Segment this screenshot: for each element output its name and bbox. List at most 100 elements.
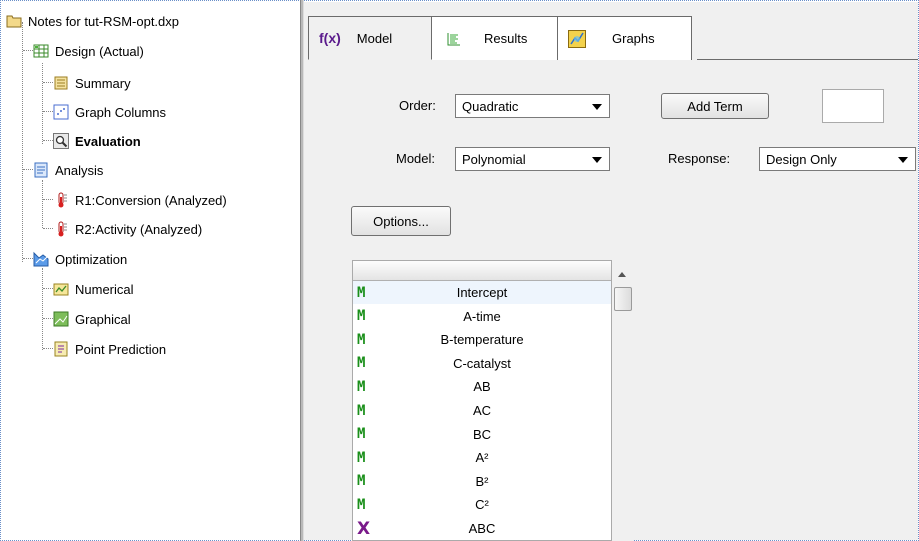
term-row[interactable]: M B² [353, 470, 611, 493]
term-row[interactable]: M B-temperature [353, 328, 611, 351]
term-row[interactable]: M C-catalyst [353, 352, 611, 375]
tree-connector [42, 268, 43, 350]
term-name: A-time [463, 308, 501, 324]
scroll-up-icon[interactable] [618, 272, 626, 277]
options-button[interactable]: Options... [351, 206, 451, 236]
order-value: Quadratic [462, 98, 519, 114]
tree-item-summary[interactable]: Summary [53, 73, 131, 93]
prediction-icon [53, 341, 69, 357]
graphs-icon [568, 29, 586, 48]
tree-connector [23, 258, 33, 259]
response-value: Design Only [766, 151, 837, 167]
scroll-thumb[interactable] [614, 287, 632, 311]
model-value: Polynomial [462, 151, 526, 167]
term-name: A² [475, 450, 489, 466]
tree-connector [22, 22, 23, 262]
chevron-down-icon [592, 157, 602, 163]
term-row[interactable]: M A-time [353, 305, 611, 328]
term-list[interactable]: M Intercept M A-time M B-temperature M C-cataly… [352, 260, 612, 541]
tab-graphs-label: Graphs [612, 31, 655, 46]
tree-item-label: Evaluation [75, 133, 141, 149]
fx-icon: f(x) [319, 30, 341, 46]
tree-item-label: R1:Conversion (Analyzed) [75, 192, 227, 208]
term-row[interactable]: M C² [353, 493, 611, 516]
order-label: Order: [399, 98, 436, 113]
tree-connector [42, 180, 43, 228]
chevron-down-icon [898, 157, 908, 163]
term-name: C² [475, 497, 489, 513]
tree-connector [43, 82, 53, 83]
tree-connector [23, 169, 33, 170]
tree-item-label: Summary [75, 75, 131, 91]
tab-results[interactable]: Results [432, 16, 558, 60]
chevron-down-icon [592, 104, 602, 110]
thermometer-icon [53, 192, 69, 208]
term-name: ABC [468, 521, 496, 536]
tab-baseline [697, 59, 918, 60]
term-row[interactable]: M Intercept [353, 281, 611, 304]
thermometer-icon [53, 221, 69, 237]
order-dropdown[interactable]: Quadratic [455, 94, 610, 118]
tab-model-label: Model [356, 30, 393, 46]
graphical-icon [53, 311, 69, 327]
model-panel: f(x) Model Results Graphs Order: Quadrat… [304, 2, 918, 541]
term-row[interactable]: M AC [353, 399, 611, 422]
analysis-icon [33, 162, 49, 178]
term-list-scrollbar[interactable] [612, 260, 634, 541]
term-name: Intercept [456, 285, 508, 300]
model-dropdown[interactable]: Polynomial [455, 147, 610, 171]
tree-item-evaluation[interactable]: Evaluation [53, 131, 141, 151]
tree-item-graph-columns[interactable]: Graph Columns [53, 102, 166, 122]
tree-connector [43, 111, 53, 112]
tab-strip: f(x) Model Results Graphs [308, 16, 692, 60]
tree-item-graphical[interactable]: Graphical [53, 309, 131, 329]
tree-item-r2-activity[interactable]: R2:Activity (Analyzed) [53, 219, 202, 239]
term-name: BC [472, 426, 492, 442]
results-icon [446, 31, 462, 47]
term-row[interactable]: M BC [353, 423, 611, 446]
tree-item-optimization[interactable]: Optimization [33, 249, 127, 269]
tree-connector [42, 63, 43, 144]
tree-item-analysis[interactable]: Analysis [33, 160, 103, 180]
term-input[interactable] [822, 89, 884, 123]
add-term-label: Add Term [687, 98, 743, 114]
tab-results-label: Results [484, 31, 528, 46]
tree-connector [43, 199, 53, 200]
term-name: AB [473, 379, 491, 395]
tree-item-label: Graph Columns [75, 104, 167, 120]
model-label: Model: [396, 151, 436, 166]
tab-model[interactable]: f(x) Model [308, 16, 432, 60]
tree-connector [43, 288, 53, 289]
navigation-tree: Notes for tut-RSM-opt.dxp Design (Actual… [3, 3, 299, 539]
add-term-button[interactable]: Add Term [661, 93, 769, 119]
tree-item-label: Analysis [55, 162, 104, 178]
tree-connector [43, 348, 53, 349]
scatter-icon [53, 104, 69, 120]
tree-connector [43, 140, 53, 141]
tree-connector [23, 50, 33, 51]
tree-item-label: Design (Actual) [55, 43, 144, 59]
tree-item-r1-conversion[interactable]: R1:Conversion (Analyzed) [53, 190, 227, 210]
term-row[interactable]: M A² [353, 446, 611, 469]
tab-graphs[interactable]: Graphs [558, 16, 692, 60]
term-row[interactable]: X ABC [353, 517, 611, 540]
numerical-icon [53, 281, 69, 297]
options-label: Options... [373, 213, 429, 229]
tree-root-label: Notes for tut-RSM-opt.dxp [28, 13, 179, 29]
term-row[interactable]: M AB [353, 375, 611, 398]
tree-item-design[interactable]: Design (Actual) [33, 41, 144, 61]
term-name: AC [472, 403, 492, 418]
tree-item-label: Point Prediction [75, 341, 167, 357]
tree-item-point-prediction[interactable]: Point Prediction [53, 339, 166, 359]
tree-root-notes[interactable]: Notes for tut-RSM-opt.dxp [6, 11, 179, 31]
folder-icon [6, 13, 22, 29]
tree-item-label: Optimization [55, 251, 128, 267]
tree-item-label: Graphical [75, 311, 131, 327]
optimization-icon [33, 251, 49, 267]
tree-item-label: R2:Activity (Analyzed) [75, 221, 203, 237]
tree-connector [43, 318, 53, 319]
summary-icon [53, 75, 69, 91]
response-dropdown[interactable]: Design Only [759, 147, 916, 171]
term-name: B-temperature [440, 332, 524, 348]
tree-item-numerical[interactable]: Numerical [53, 279, 134, 299]
